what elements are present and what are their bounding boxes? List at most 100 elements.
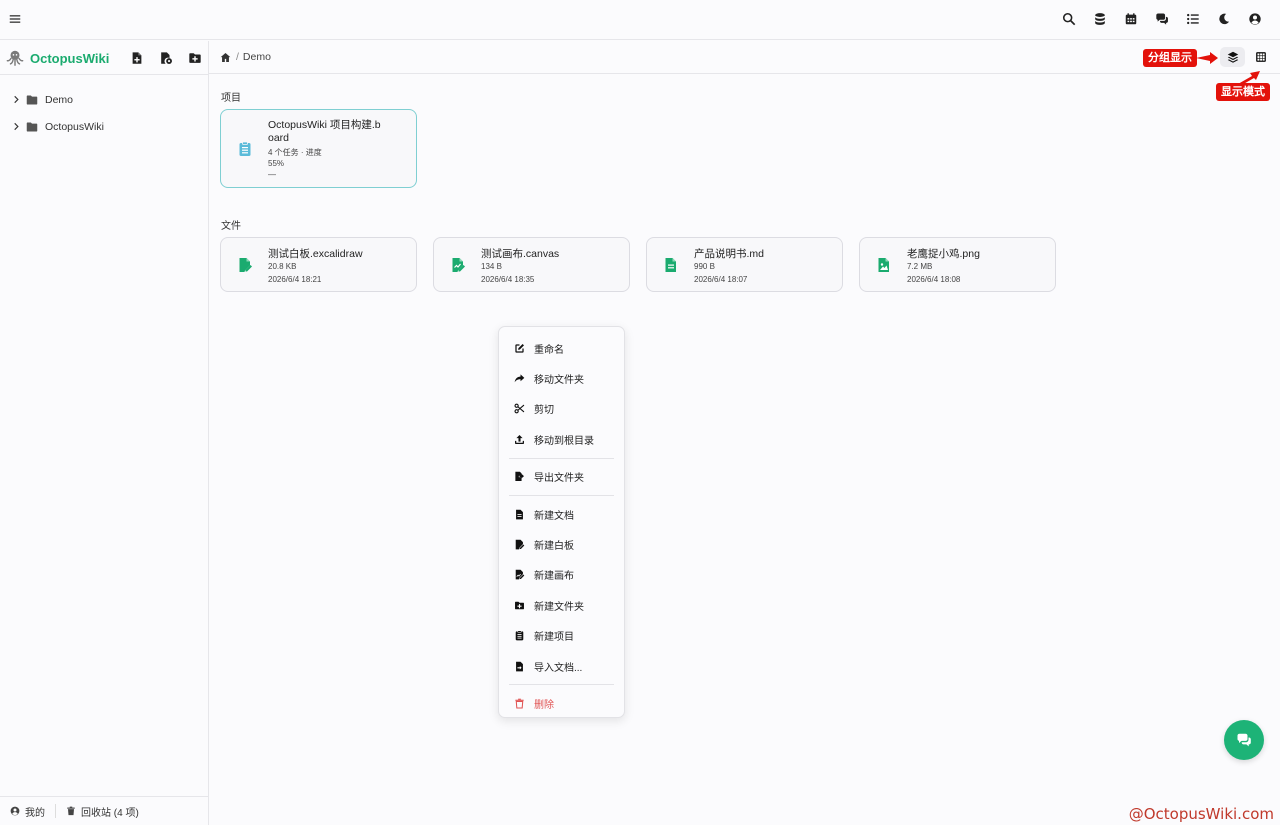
home-icon[interactable] xyxy=(220,52,231,63)
menu-item-label: 移动文件夹 xyxy=(534,375,584,387)
file-signature-icon xyxy=(515,570,525,580)
display-mode-button[interactable] xyxy=(1248,47,1273,67)
calendar-icon[interactable] xyxy=(1115,8,1146,30)
menu-item-label: 重命名 xyxy=(534,344,564,356)
group-view-callout: 分组显示 xyxy=(1143,49,1197,67)
file-card[interactable]: 老鹰捉小鸡.png 7.2 MB 2026/6/4 18:08 xyxy=(859,237,1056,292)
file-pen-icon xyxy=(515,539,525,550)
menu-item-import-doc[interactable]: 导入文档... xyxy=(499,651,624,681)
context-menu: 重命名 移动文件夹 剪切 移动到根目录 导出文件夹 新建文档 新建白板 新建画布… xyxy=(498,326,625,718)
menu-item-new-project[interactable]: 新建项目 xyxy=(499,621,624,651)
scissors-icon xyxy=(514,404,525,414)
breadcrumb: / Demo xyxy=(220,51,271,63)
menu-item-new-whiteboard[interactable]: 新建白板 xyxy=(499,529,624,559)
watermark: @OctopusWiki.com xyxy=(1128,805,1274,823)
user-circle-icon xyxy=(10,806,20,816)
projects-section-title: 项目 xyxy=(221,93,241,104)
menu-item-new-doc[interactable]: 新建文档 xyxy=(499,499,624,529)
trash-button[interactable]: 回收站 (4 项) xyxy=(66,804,139,819)
callout-arrow xyxy=(1196,52,1218,64)
edit-icon xyxy=(515,343,524,353)
breadcrumb-separator: / xyxy=(236,51,239,63)
tree-item-octopuswiki[interactable]: OctopusWiki xyxy=(0,113,208,140)
menu-item-rename[interactable]: 重命名 xyxy=(499,333,624,363)
sidebar-footer: 我的 回收站 (4 项) xyxy=(0,796,208,825)
tree-item-demo[interactable]: Demo xyxy=(0,86,208,113)
project-progress: 55% xyxy=(268,159,285,168)
file-size: 134 B xyxy=(481,262,502,271)
file-card[interactable]: 测试画布.canvas 134 B 2026/6/4 18:35 xyxy=(433,237,630,292)
canvas-file-icon xyxy=(449,256,467,274)
menu-item-label: 新建文件夹 xyxy=(534,601,584,613)
menu-item-export-folder[interactable]: 导出文件夹 xyxy=(499,462,624,492)
menu-item-label: 新建文档 xyxy=(534,510,574,522)
file-size: 20.8 KB xyxy=(268,262,297,271)
file-name: 测试白板.excalidraw xyxy=(268,248,363,260)
file-text-icon xyxy=(516,509,523,519)
document-file-icon xyxy=(662,256,680,274)
layers-icon xyxy=(1227,51,1238,63)
project-board-icon xyxy=(236,140,254,158)
menu-item-new-folder[interactable]: 新建文件夹 xyxy=(499,590,624,620)
octopus-logo-icon xyxy=(6,50,24,66)
menu-item-label: 新建白板 xyxy=(534,541,574,553)
database-icon[interactable] xyxy=(1084,8,1115,30)
project-title-line1: OctopusWiki 项目构建.b xyxy=(268,119,381,131)
comments-icon xyxy=(1237,733,1251,747)
new-file-icon[interactable] xyxy=(122,49,151,67)
folder-plus-icon xyxy=(515,601,524,610)
footer-divider xyxy=(55,804,56,818)
image-file-icon xyxy=(875,256,893,274)
trash-icon xyxy=(67,806,75,816)
tree-item-label: OctopusWiki xyxy=(45,120,104,133)
file-import-icon xyxy=(516,661,523,671)
menu-item-new-canvas[interactable]: 新建画布 xyxy=(499,560,624,590)
file-time: 2026/6/4 18:21 xyxy=(268,275,322,284)
folder-tree: Demo OctopusWiki xyxy=(0,86,208,140)
file-card[interactable]: 产品说明书.md 990 B 2026/6/4 18:07 xyxy=(646,237,843,292)
menu-item-move-folder[interactable]: 移动文件夹 xyxy=(499,363,624,393)
comments-icon[interactable] xyxy=(1146,8,1177,30)
file-time: 2026/6/4 18:35 xyxy=(481,275,535,284)
list-icon[interactable] xyxy=(1177,8,1208,30)
clipboard-list-icon xyxy=(515,630,524,641)
file-export-icon xyxy=(515,471,524,482)
chevron-right-icon[interactable] xyxy=(10,122,22,131)
files-section-title: 文件 xyxy=(221,221,241,232)
mine-button[interactable]: 我的 xyxy=(10,804,45,819)
user-circle-icon[interactable] xyxy=(1239,8,1270,30)
group-view-button[interactable] xyxy=(1220,47,1245,67)
tree-item-label: Demo xyxy=(45,93,74,106)
folder-icon xyxy=(26,122,38,131)
file-card[interactable]: 测试白板.excalidraw 20.8 KB 2026/6/4 18:21 xyxy=(220,237,417,292)
folder-icon xyxy=(26,95,38,104)
menu-divider xyxy=(509,457,614,459)
menu-item-label: 新建项目 xyxy=(534,632,574,644)
menu-item-label: 导入文档... xyxy=(534,662,583,674)
menu-item-label: 剪切 xyxy=(534,405,554,417)
chevron-right-icon[interactable] xyxy=(10,95,22,104)
brand[interactable]: OctopusWiki xyxy=(6,49,109,67)
whiteboard-file-icon xyxy=(236,256,254,274)
breadcrumb-current[interactable]: Demo xyxy=(243,51,271,63)
new-folder-icon[interactable] xyxy=(180,49,209,67)
moon-icon[interactable] xyxy=(1208,8,1239,30)
project-card[interactable]: OctopusWiki 项目构建.b oard 4 个任务 · 进度 55% — xyxy=(220,109,417,188)
grid-table-icon xyxy=(1255,52,1266,62)
trash-icon xyxy=(515,698,524,709)
project-extra: — xyxy=(268,170,276,179)
chat-fab-button[interactable] xyxy=(1224,720,1264,760)
file-settings-icon[interactable] xyxy=(151,49,180,67)
menu-divider xyxy=(509,684,614,686)
menu-item-label: 移动到根目录 xyxy=(534,435,594,447)
hamburger-menu-icon[interactable] xyxy=(6,9,24,29)
callout-arrow xyxy=(1238,71,1260,86)
menu-item-delete[interactable]: 删除 xyxy=(499,688,624,718)
menu-item-cut[interactable]: 剪切 xyxy=(499,394,624,424)
file-name: 老鹰捉小鸡.png xyxy=(907,248,980,260)
menu-item-move-root[interactable]: 移动到根目录 xyxy=(499,424,624,454)
menu-item-label: 新建画布 xyxy=(534,571,574,583)
trash-label: 回收站 (4 项) xyxy=(81,807,139,819)
search-icon[interactable] xyxy=(1053,8,1084,30)
file-name: 产品说明书.md xyxy=(694,248,765,260)
